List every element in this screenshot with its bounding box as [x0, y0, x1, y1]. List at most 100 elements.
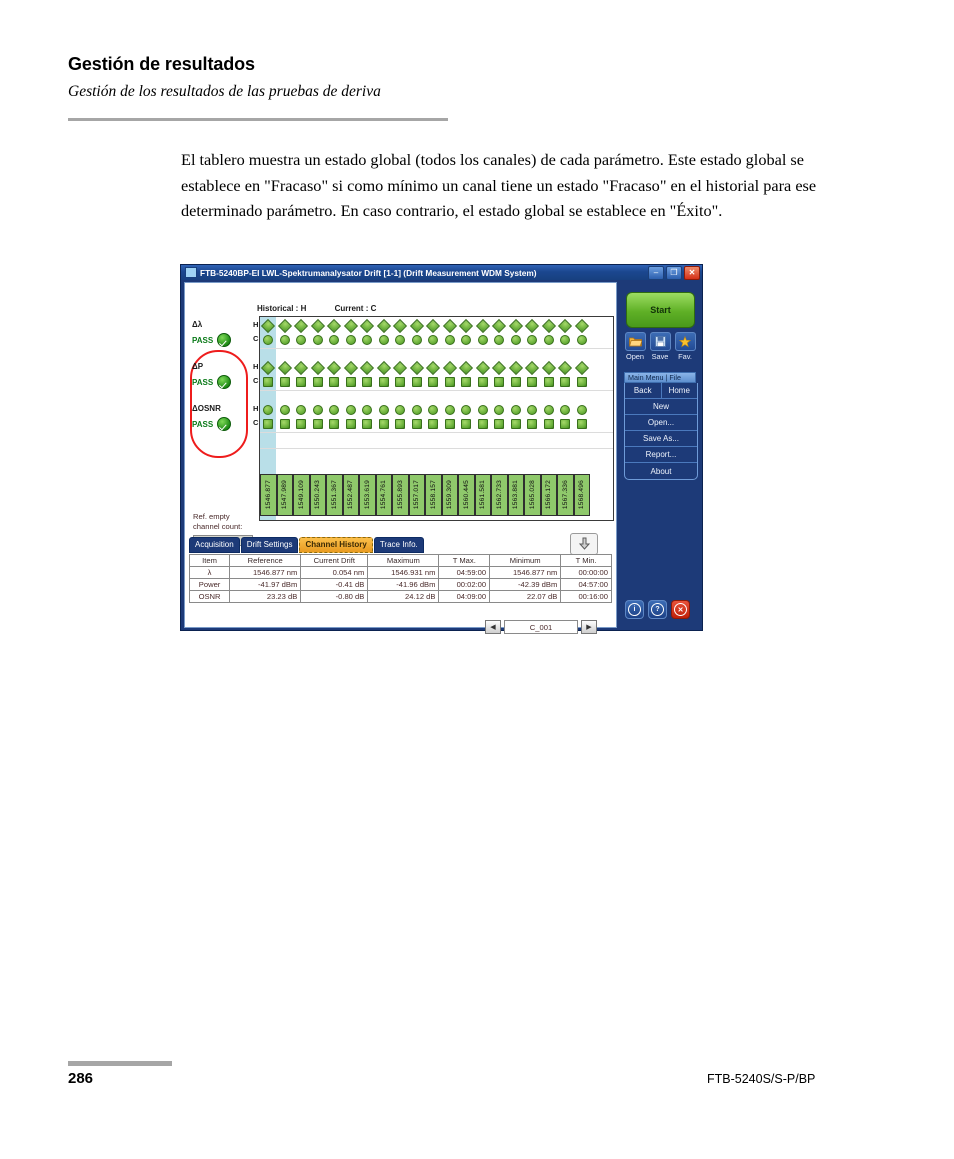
status-cell[interactable]: [392, 360, 409, 376]
status-cell[interactable]: [574, 377, 591, 387]
menu-item-save-as[interactable]: Save As...: [625, 431, 697, 447]
status-cell[interactable]: [491, 419, 508, 429]
status-cell[interactable]: [574, 419, 591, 429]
status-cell[interactable]: [574, 360, 591, 376]
tab-channel-history[interactable]: Channel History: [299, 537, 373, 553]
status-cell[interactable]: [541, 360, 558, 376]
status-cell[interactable]: [491, 405, 508, 415]
status-cell[interactable]: [442, 360, 459, 376]
status-cell[interactable]: [293, 318, 310, 334]
status-cell[interactable]: [475, 318, 492, 334]
status-cell[interactable]: [392, 318, 409, 334]
status-cell[interactable]: [425, 377, 442, 387]
status-cell[interactable]: [442, 377, 459, 387]
status-cell[interactable]: [343, 419, 360, 429]
status-cell[interactable]: [409, 360, 426, 376]
status-cell[interactable]: [541, 318, 558, 334]
menu-item-report[interactable]: Report...: [625, 447, 697, 463]
status-cell[interactable]: [425, 335, 442, 345]
wavelength-label[interactable]: 1557.017: [408, 474, 425, 516]
status-cell[interactable]: [475, 377, 492, 387]
status-cell[interactable]: [293, 419, 310, 429]
status-cell[interactable]: [557, 377, 574, 387]
status-cell[interactable]: [343, 377, 360, 387]
status-cell[interactable]: [359, 360, 376, 376]
status-cell[interactable]: [343, 405, 360, 415]
status-cell[interactable]: [425, 360, 442, 376]
status-cell[interactable]: [260, 335, 277, 345]
status-cell[interactable]: [574, 405, 591, 415]
menu-item-new[interactable]: New: [625, 399, 697, 415]
status-cell[interactable]: [557, 335, 574, 345]
status-cell[interactable]: [508, 377, 525, 387]
wavelength-label[interactable]: 1551.367: [326, 474, 343, 516]
status-cell[interactable]: [359, 335, 376, 345]
collapse-panel-button[interactable]: [570, 533, 598, 555]
help-button[interactable]: ?: [648, 600, 667, 619]
wavelength-label[interactable]: 1565.028: [524, 474, 541, 516]
status-cell[interactable]: [260, 318, 277, 334]
status-cell[interactable]: [310, 335, 327, 345]
status-cell[interactable]: [376, 419, 393, 429]
status-cell[interactable]: [310, 360, 327, 376]
status-cell[interactable]: [277, 335, 294, 345]
quick-save[interactable]: Save: [649, 332, 671, 361]
start-button[interactable]: Start: [626, 292, 695, 328]
status-cell[interactable]: [491, 335, 508, 345]
status-cell[interactable]: [541, 405, 558, 415]
status-cell[interactable]: [260, 419, 277, 429]
status-cell[interactable]: [458, 405, 475, 415]
status-cell[interactable]: [277, 405, 294, 415]
status-cell[interactable]: [442, 405, 459, 415]
status-cell[interactable]: [425, 405, 442, 415]
close-window-button[interactable]: ✕: [684, 266, 700, 280]
status-cell[interactable]: [326, 318, 343, 334]
status-cell[interactable]: [409, 377, 426, 387]
status-cell[interactable]: [392, 405, 409, 415]
status-cell[interactable]: [376, 335, 393, 345]
status-cell[interactable]: [442, 335, 459, 345]
status-cell[interactable]: [524, 377, 541, 387]
table-row[interactable]: λ 1546.877 nm 0.054 nm 1546.931 nm 04:59:00 1…: [188, 566, 612, 579]
status-cell[interactable]: [277, 377, 294, 387]
status-cell[interactable]: [293, 405, 310, 415]
status-cell[interactable]: [359, 377, 376, 387]
status-cell[interactable]: [524, 405, 541, 415]
wavelength-label[interactable]: 1546.877: [260, 474, 277, 516]
status-cell[interactable]: [442, 318, 459, 334]
status-cell[interactable]: [524, 335, 541, 345]
status-cell[interactable]: [343, 318, 360, 334]
status-cell[interactable]: [491, 377, 508, 387]
status-cell[interactable]: [524, 318, 541, 334]
wavelength-label[interactable]: 1547.989: [276, 474, 293, 516]
status-cell[interactable]: [524, 419, 541, 429]
wavelength-label[interactable]: 1567.336: [557, 474, 574, 516]
status-cell[interactable]: [541, 419, 558, 429]
status-cell[interactable]: [409, 335, 426, 345]
table-row[interactable]: OSNR 23.23 dB -0.80 dB 24.12 dB 04:09:00 22.0…: [188, 590, 612, 603]
restore-button[interactable]: ❐: [666, 266, 682, 280]
status-cell[interactable]: [425, 419, 442, 429]
status-cell[interactable]: [541, 335, 558, 345]
status-cell[interactable]: [310, 405, 327, 415]
status-cell[interactable]: [260, 405, 277, 415]
status-cell[interactable]: [260, 377, 277, 387]
status-cell[interactable]: [508, 318, 525, 334]
tab-acquisition[interactable]: Acquisition: [189, 537, 240, 553]
status-cell[interactable]: [293, 335, 310, 345]
status-cell[interactable]: [277, 360, 294, 376]
status-cell[interactable]: [425, 318, 442, 334]
status-cell[interactable]: [557, 318, 574, 334]
status-cell[interactable]: [392, 419, 409, 429]
status-cell[interactable]: [359, 318, 376, 334]
wavelength-label[interactable]: 1558.157: [425, 474, 442, 516]
status-cell[interactable]: [260, 360, 277, 376]
status-cell[interactable]: [376, 405, 393, 415]
channel-status-grid[interactable]: 1546.877 1547.989 1549.109 1550.243 1551.367…: [259, 316, 614, 521]
status-cell[interactable]: [376, 377, 393, 387]
wavelength-label[interactable]: 1560.445: [458, 474, 475, 516]
status-cell[interactable]: [524, 360, 541, 376]
status-cell[interactable]: [508, 335, 525, 345]
wavelength-label[interactable]: 1561.581: [474, 474, 491, 516]
status-cell[interactable]: [392, 335, 409, 345]
